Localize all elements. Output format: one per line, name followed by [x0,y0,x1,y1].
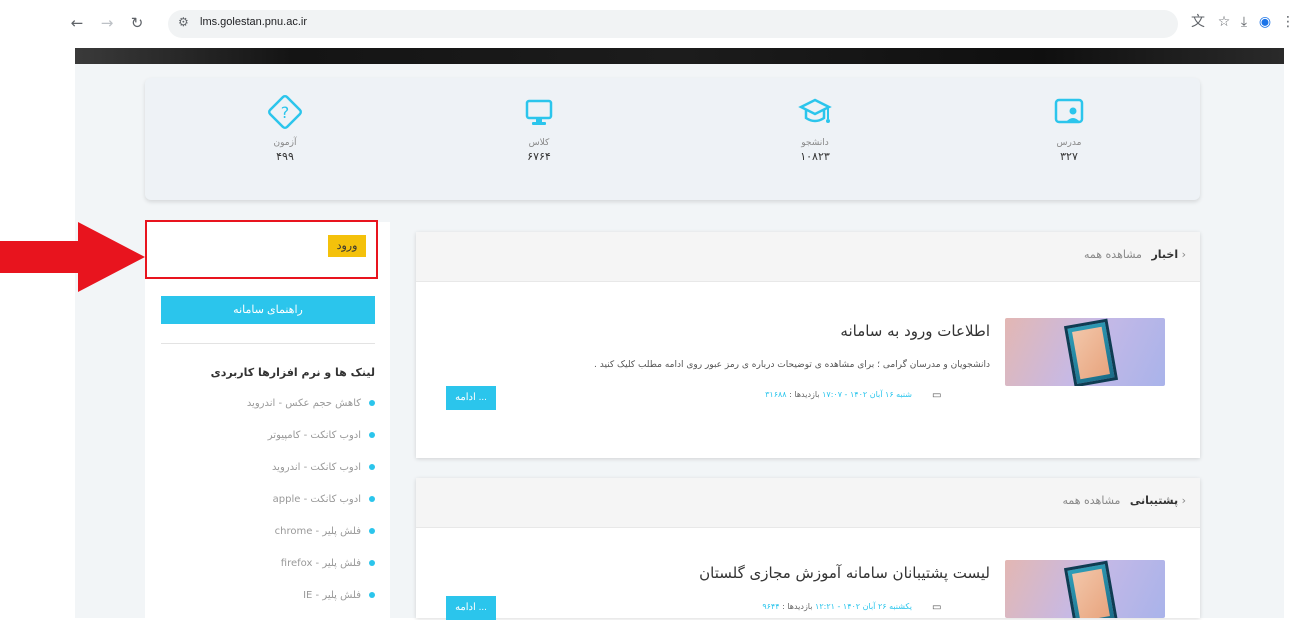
support-card: ‹ پشتیبانی مشاهده همه لیست پشتیبانان سام… [416,478,1200,620]
news-item-date: شنبه ۱۶ آبان ۱۴۰۲ - ۱۷:۰۷ [822,390,912,399]
stat-label: کلاس [528,138,550,148]
news-card: ‹ اخبار مشاهده همه اطلاعات ورود به سامان… [416,232,1200,458]
svg-text:?: ? [281,103,290,122]
stat-value: ۱۰۸۲۳ [800,150,830,163]
link-item[interactable]: فلش پلیر - chrome [161,526,375,542]
visits-value: ۹۶۴۴ [762,602,780,611]
stat-classes: کلاس ۶۷۶۴ [479,92,599,163]
stats-bar: ? آزمون ۴۹۹ کلاس ۶۷۶۴ دانشجو ۱۰۸۲۳ مدرس … [145,78,1200,200]
support-item-meta: یکشنبه ۲۶ آبان ۱۴۰۲ - ۱۲:۲۱ بازدیدها : ۹… [762,602,912,611]
news-view-all-link[interactable]: مشاهده همه [1084,248,1142,261]
bullet-icon [369,528,375,534]
bullet-icon [369,592,375,598]
stat-value: ۳۲۷ [1060,150,1078,163]
red-arrow-annotation [0,222,145,292]
support-read-more-button[interactable]: ادامه ... [446,596,496,620]
news-read-more-button[interactable]: ادامه ... [446,386,496,410]
sidebar-divider [161,343,375,344]
download-icon[interactable]: ⤓ [1234,12,1254,32]
back-icon[interactable]: ← [68,14,86,32]
monitor-icon [525,99,553,125]
link-item[interactable]: فلش پلیر - IE [161,590,375,606]
reload-icon[interactable]: ↻ [128,14,146,32]
stat-label: دانشجو [801,138,829,148]
forward-icon[interactable]: → [98,14,116,32]
news-card-header: ‹ اخبار مشاهده همه [416,232,1200,282]
bullet-icon [369,560,375,566]
news-item-title[interactable]: اطلاعات ورود به سامانه [840,322,990,340]
stat-students: دانشجو ۱۰۸۲۳ [755,92,875,163]
header-banner [75,48,1284,64]
bullet-icon [369,432,375,438]
bullet-icon [369,400,375,406]
chevron-right-icon: ‹ [1178,248,1186,261]
link-item[interactable]: ادوب کانکت - apple [161,494,375,510]
stat-label: آزمون [273,138,297,148]
news-heading: اخبار [1151,248,1179,261]
support-item-date: یکشنبه ۲۶ آبان ۱۴۰۲ - ۱۲:۲۱ [815,602,912,611]
address-bar[interactable]: ⚙ lms.golestan.pnu.ac.ir [168,10,1178,38]
tablet-image [1063,560,1119,618]
system-guide-button[interactable]: راهنمای سامانه [161,296,375,324]
browser-toolbar: ← → ↻ ⚙ lms.golestan.pnu.ac.ir 文 ☆ ⤓ ◉ ⋮ [0,0,1297,48]
stat-teachers: مدرس ۳۲۷ [1009,92,1129,163]
calendar-icon: ▭ [932,390,942,401]
visits-label: بازدیدها : [789,390,820,399]
translate-icon[interactable]: 文 [1188,12,1208,32]
stat-exams: ? آزمون ۴۹۹ [225,92,345,163]
help-icon: ? [268,95,302,129]
visits-label: بازدیدها : [782,602,813,611]
support-item-title[interactable]: لیست پشتیبانان سامانه آموزش مجازی گلستان [699,564,990,582]
links-title: لینک ها و نرم افزارها کاربردی [210,366,375,379]
tablet-image [1063,318,1119,386]
support-view-all-link[interactable]: مشاهده همه [1062,494,1120,507]
stat-label: مدرس [1056,138,1082,148]
stat-value: ۶۷۶۴ [527,150,551,163]
link-item[interactable]: ادوب کانکت - اندروید [161,462,375,478]
stat-value: ۴۹۹ [276,150,294,163]
news-item-meta: شنبه ۱۶ آبان ۱۴۰۲ - ۱۷:۰۷ بازدیدها : ۳۱۶… [765,390,912,399]
bookmark-star-icon[interactable]: ☆ [1214,12,1234,32]
site-info-icon[interactable]: ⚙ [178,15,189,29]
profile-icon[interactable]: ◉ [1255,12,1275,32]
url-text: lms.golestan.pnu.ac.ir [200,16,307,28]
bullet-icon [369,464,375,470]
link-item[interactable]: فلش پلیر - firefox [161,558,375,574]
calendar-icon: ▭ [932,602,942,613]
news-item-description: دانشجویان و مدرسان گرامی ؛ برای مشاهده ی… [594,360,990,370]
bullet-icon [369,496,375,502]
graduation-cap-icon [798,98,832,123]
menu-icon[interactable]: ⋮ [1278,12,1297,32]
visits-value: ۳۱۶۸۸ [765,390,787,399]
link-item[interactable]: ادوب کانکت - کامپیوتر [161,430,375,446]
login-button[interactable]: ورود [328,235,366,257]
chevron-right-icon: ‹ [1178,494,1186,507]
link-item[interactable]: کاهش حجم عکس - اندروید [161,398,375,414]
news-thumbnail[interactable] [1005,318,1165,386]
teacher-icon [1054,98,1084,124]
support-card-header: ‹ پشتیبانی مشاهده همه [416,478,1200,528]
support-thumbnail[interactable] [1005,560,1165,618]
support-heading: پشتیبانی [1129,494,1179,507]
